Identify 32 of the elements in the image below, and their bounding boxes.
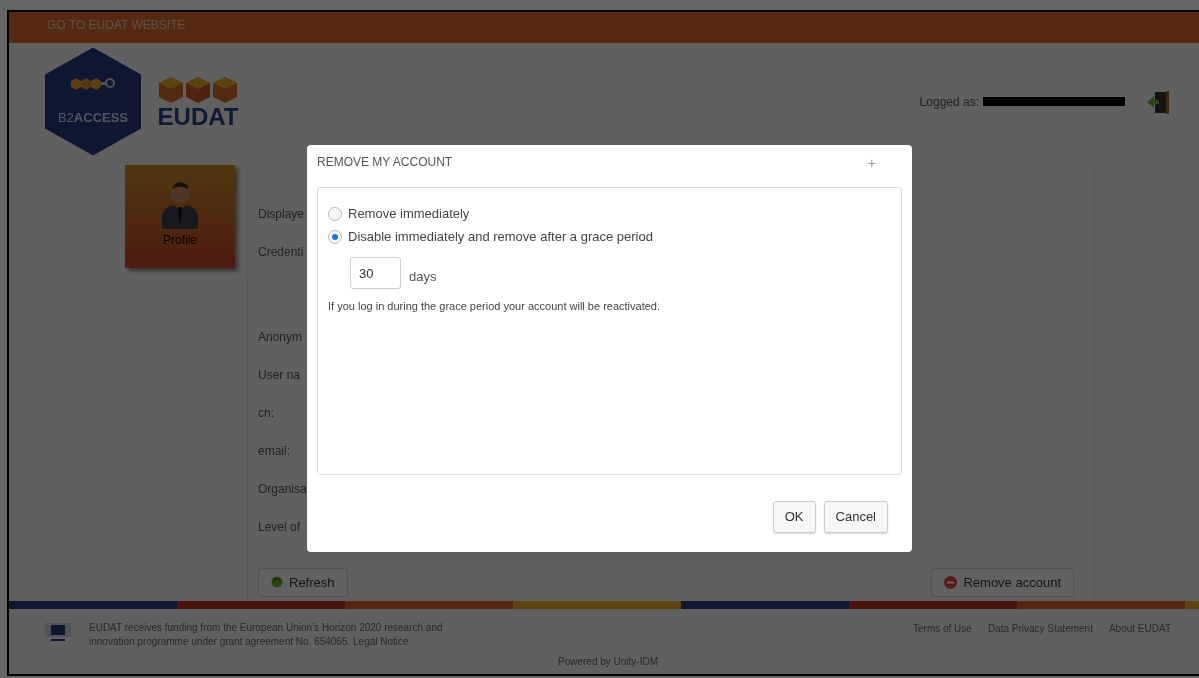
minus-circle-icon [944,575,958,589]
dialog-button[interactable]: OK [772,501,816,533]
option-label: Remove immediately [348,204,470,223]
field-label: email: [258,444,290,458]
field-label: cn: [258,406,274,420]
field-label: Organisa [258,482,307,496]
dialog-button[interactable]: Cancel [823,501,888,533]
user-label: Logged as: [919,93,979,111]
flag-icon [45,621,71,643]
radio-button[interactable] [328,229,342,244]
radio-button[interactable] [328,206,342,221]
refresh-button[interactable]: Refresh [258,567,348,597]
days-input[interactable]: 30 [350,257,401,289]
field-label: User na [258,368,301,382]
unit-label: days [409,267,437,286]
field-label: Anonym [258,330,303,344]
person-icon [160,181,200,229]
logout-icon[interactable] [1145,88,1171,115]
profile-tile[interactable]: Profile [125,165,235,268]
refresh-icon [271,576,283,589]
remove-account-button[interactable]: Remove account [931,567,1074,597]
brand-name: EUDAT [157,104,239,129]
dialog-title: REMOVE MY ACCOUNT [317,154,453,171]
tile-label: Profile [163,232,197,249]
field-label: Credenti [258,245,304,259]
field-label: Level of [258,520,301,534]
cubes-icon [157,74,239,105]
field-label: Displaye [258,207,305,221]
hint-text: If you log in during the grace period your account will be reactivated. [328,299,662,314]
logo-text: B2ACCESS [57,108,129,127]
option-label: Disable immediately and remove after a grace period [348,227,653,246]
close-button[interactable]: + [867,153,876,174]
